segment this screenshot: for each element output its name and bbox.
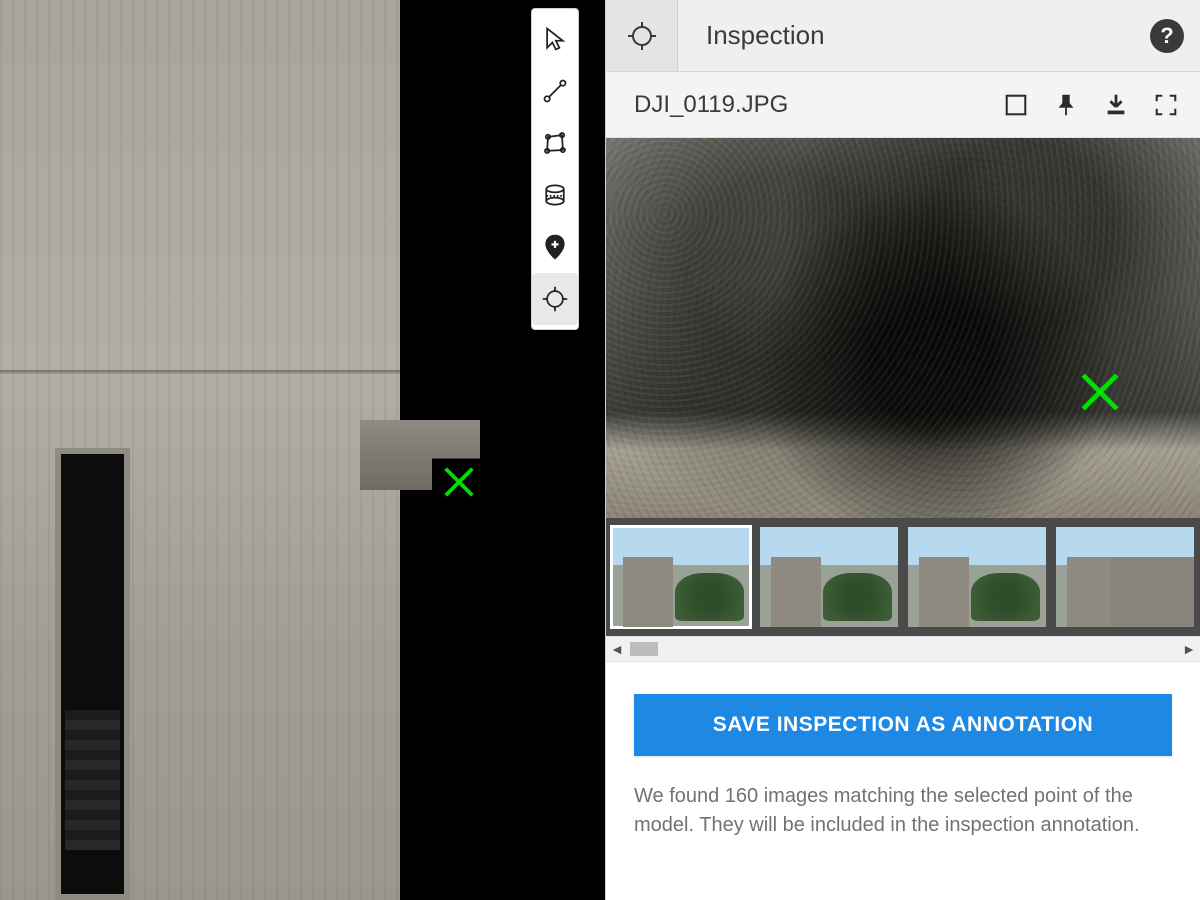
scroll-left-icon[interactable]: ◄ xyxy=(606,637,628,661)
help-button[interactable]: ? xyxy=(1150,19,1184,53)
thumbnail[interactable] xyxy=(612,527,750,627)
cylinder-icon xyxy=(541,181,569,209)
cursor-icon xyxy=(541,25,569,53)
preview-texture xyxy=(606,138,1200,518)
crosshair-icon xyxy=(626,20,658,52)
match-info-text: We found 160 images matching the selecte… xyxy=(634,782,1172,840)
thumbnail-strip xyxy=(606,518,1200,636)
pin-icon xyxy=(1053,92,1079,118)
inspection-marker-icon xyxy=(440,463,478,501)
model-corbel xyxy=(360,420,480,490)
model-opening xyxy=(55,448,130,900)
thumbnail-scrollbar[interactable]: ◄ ► xyxy=(606,636,1200,662)
image-filename: DJI_0119.JPG xyxy=(634,91,982,119)
action-area: SAVE INSPECTION AS ANNOTATION We found 1… xyxy=(606,662,1200,900)
inspection-panel: Inspection ? DJI_0119.JPG xyxy=(605,0,1200,900)
pin-plus-icon xyxy=(541,233,569,261)
inspection-tool[interactable] xyxy=(532,273,578,325)
compare-button[interactable] xyxy=(1000,89,1032,121)
tool-palette xyxy=(531,8,579,330)
image-header: DJI_0119.JPG xyxy=(606,72,1200,138)
app-root: Inspection ? DJI_0119.JPG xyxy=(0,0,1200,900)
compare-icon xyxy=(1003,92,1029,118)
polygon-icon xyxy=(541,129,569,157)
scroll-handle[interactable] xyxy=(630,642,658,656)
fullscreen-button[interactable] xyxy=(1150,89,1182,121)
download-button[interactable] xyxy=(1100,89,1132,121)
model-viewport[interactable] xyxy=(0,0,605,900)
save-inspection-button[interactable]: SAVE INSPECTION AS ANNOTATION xyxy=(634,694,1172,756)
volume-tool[interactable] xyxy=(532,169,578,221)
panel-title: Inspection xyxy=(678,20,1150,51)
inspection-tab[interactable] xyxy=(606,0,678,71)
thumbnail[interactable] xyxy=(1056,527,1194,627)
scroll-right-icon[interactable]: ► xyxy=(1178,637,1200,661)
line-tool[interactable] xyxy=(532,65,578,117)
panel-header: Inspection ? xyxy=(606,0,1200,72)
select-tool[interactable] xyxy=(532,13,578,65)
crosshair-icon xyxy=(541,285,569,313)
thumbnail[interactable] xyxy=(760,527,898,627)
download-icon xyxy=(1103,92,1129,118)
image-preview[interactable] xyxy=(606,138,1200,518)
scroll-track[interactable] xyxy=(628,640,1178,658)
polygon-tool[interactable] xyxy=(532,117,578,169)
line-icon xyxy=(541,77,569,105)
fullscreen-icon xyxy=(1153,92,1179,118)
thumbnail[interactable] xyxy=(908,527,1046,627)
pin-button[interactable] xyxy=(1050,89,1082,121)
marker-tool[interactable] xyxy=(532,221,578,273)
